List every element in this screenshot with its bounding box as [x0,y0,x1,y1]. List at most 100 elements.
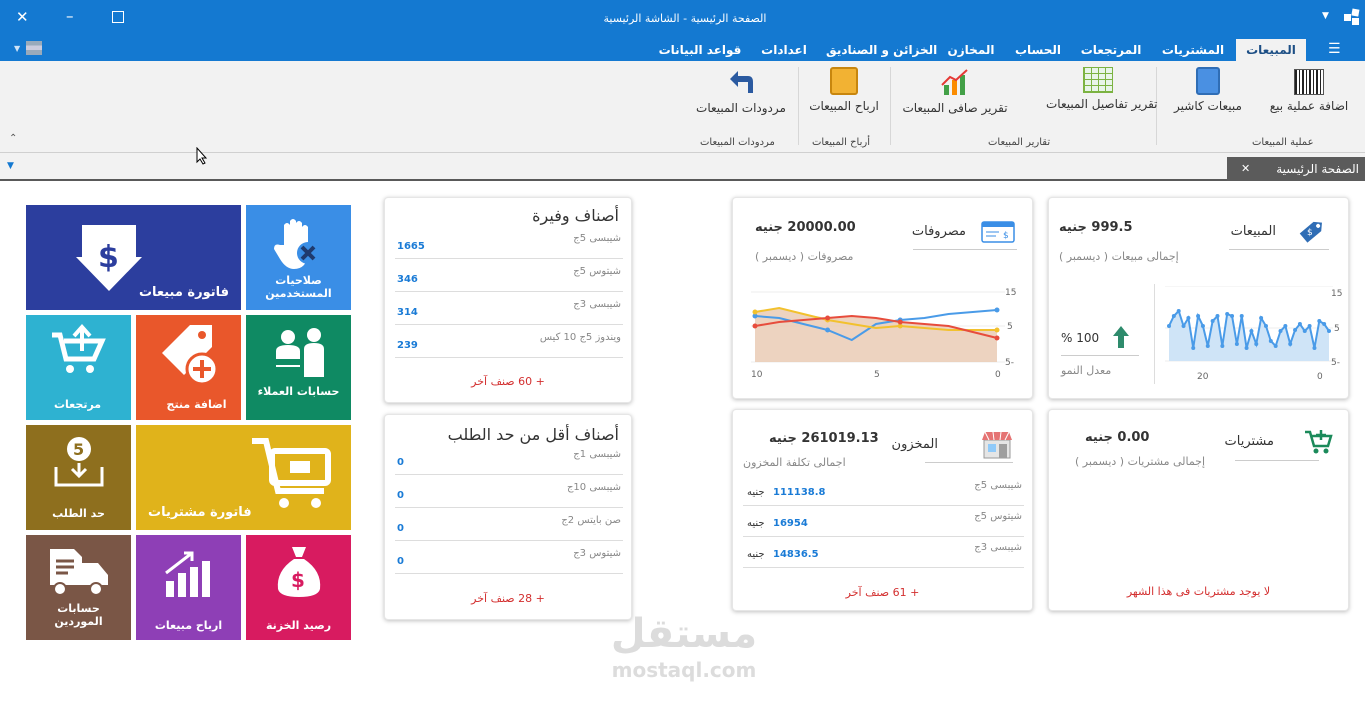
sales-details-report-button[interactable]: تقرير تفاصيل المبيعات [1046,67,1158,127]
sparkline-point [1263,324,1268,328]
list-item[interactable]: 0 صن بايتس 2ج [395,513,623,541]
ribbon-panel: اضافة عملية بيع مبيعات كاشير تقرير تفاصي… [0,61,1365,153]
sparkline-point [1239,314,1244,318]
svg-text:$: $ [1307,228,1313,238]
expenses-point [752,309,758,315]
sparkline-point [1288,342,1293,346]
expenses-x-tick: 0 [995,370,1001,380]
stock-card[interactable]: المخزون 261019.13 جنيه اجمالى تكلفة المخ… [732,409,1033,611]
sparkline-point [1307,324,1312,328]
supplier-accounts-tile[interactable]: حسابات الموردين [26,535,131,640]
list-item[interactable]: 1665 شيبسى 5ج [395,231,623,259]
list-item[interactable]: 0 شيبسى 1ج [395,447,623,475]
reorder-level-tile[interactable]: 5 حد الطلب [26,425,131,530]
sparkline-point [1176,309,1181,313]
sparkline-point [1191,346,1196,350]
tab-returns[interactable]: المرتجعات [1078,39,1144,61]
purchases-empty-message: لا يوجد مشتريات فى هذا الشهر [1126,585,1271,598]
stock-row[interactable]: جنيه 16954 شيتوس 5ج [743,509,1024,537]
expenses-point [825,327,831,333]
low-more-link[interactable]: + 28 صنف آخر [385,592,631,605]
tab-account[interactable]: الحساب [1012,39,1064,61]
list-item[interactable]: 346 شيتوس 5ج [395,264,623,292]
ribbon-tab-bar: ▼ ☰ المبيعات المشتريات المرتجعات الحساب … [0,37,1365,61]
sparkline-point [1171,314,1176,318]
doc-tab-home[interactable]: ✕ الصفحة الرئيسية [1227,157,1365,181]
sales-profit-button[interactable]: ارباح المبيعات [804,67,884,127]
collapse-ribbon-icon[interactable]: ⌃ [9,133,17,144]
stock-amount: 261019.13 جنيه [769,431,879,446]
add-sale-button[interactable]: اضافة عملية بيع [1260,67,1358,127]
stock-row[interactable]: جنيه 14836.5 شيبسى 3ج [743,540,1024,568]
add-product-tile[interactable]: اضافة منتج [136,315,241,420]
tab-stores[interactable]: المخازن [944,39,998,61]
minimize-icon[interactable]: – [66,9,74,24]
doc-dropdown-icon[interactable]: ▼ [7,161,14,171]
customer-accounts-tile[interactable]: حسابات العملاء [246,315,351,420]
plenty-more-link[interactable]: + 60 صنف آخر [385,375,631,388]
tab-purchases[interactable]: المشتريات [1156,39,1230,61]
spreadsheet-icon [1083,67,1113,93]
tab-sales[interactable]: المبيعات [1236,39,1306,61]
restore-icon[interactable] [112,11,124,23]
returns-tile[interactable]: مرتجعات [26,315,131,420]
cart-add-icon [1305,430,1333,454]
stock-more-link[interactable]: + 61 صنف آخر [733,586,1032,599]
sales-card[interactable]: $ المبيعات 999.5 جنيه إجمالى مبيعات ( دي… [1048,197,1349,399]
purchase-invoice-tile[interactable]: فاتورة مشتريات [136,425,351,530]
purchases-card[interactable]: مشتريات 0.00 جنيه إجمالى مشتريات ( ديسمب… [1048,409,1349,611]
window-title: الصفحة الرئيسية - الشاشة الرئيسية [603,12,767,25]
cashier-sales-button[interactable]: مبيعات كاشير [1162,67,1254,127]
ribbon-menu-icon[interactable]: ☰ [1328,41,1341,57]
svg-text:5: 5 [73,440,84,459]
stock-row[interactable]: جنيه 111138.8 شيبسى 5ج [743,478,1024,506]
tag-add-icon [162,325,219,386]
list-item[interactable]: 0 شيبسى 10ج [395,480,623,508]
return-arrow-icon [726,67,756,97]
sales-returns-button[interactable]: مردودات المبيعات [690,67,792,127]
bar-chart-icon [940,67,970,97]
tab-db[interactable]: قواعد البيانات [656,39,744,61]
close-icon[interactable]: ✕ [16,10,29,25]
tab-boxes[interactable]: الخزائن و الصناديق [826,39,937,61]
expenses-card[interactable]: $ مصروفات 20000.00 جنيه مصروفات ( ديسمبر… [732,197,1033,399]
growth-chart-icon [165,551,210,597]
sparkline-point [1215,314,1220,318]
expenses-y-tick: 5- [1005,358,1014,368]
tab-settings[interactable]: اعدادات [756,39,812,61]
expenses-point [994,307,1000,313]
sparkline-point [1302,329,1307,333]
list-item[interactable]: 239 ويندوز 5ج 10 كيس [395,330,623,358]
sales-invoice-tile[interactable]: $ فاتورة مبيعات [26,205,241,310]
sales-y-tick: 15 [1331,289,1343,299]
expenses-point [752,323,758,329]
sparkline-point [1322,322,1327,326]
list-item[interactable]: 0 شيتوس 3ج [395,546,623,574]
net-sales-report-button[interactable]: تقرير صافى المبيعات [896,67,1014,127]
expenses-amount: 20000.00 جنيه [755,220,856,235]
close-doc-icon[interactable]: ✕ [1241,157,1250,181]
low-card-title: أصناف أقل من حد الطلب [447,425,619,444]
expenses-x-tick: 5 [874,370,880,380]
quick-access-dropdown-icon[interactable]: ▼ [1322,11,1329,21]
treasury-balance-tile[interactable]: $ رصيد الخزنة [246,535,351,640]
sparkline-point [1225,312,1230,316]
download-tray-icon: 5 [54,437,104,487]
expenses-point [825,315,831,321]
list-item[interactable]: 314 شيبسى 3ج [395,297,623,325]
low-stock-card[interactable]: أصناف أقل من حد الطلب 0 شيبسى 1ج 0 شيبسى 1… [384,414,632,620]
ribbon-grid-icon[interactable] [26,41,42,55]
sales-sparkline [1165,286,1333,362]
sparkline-point [1220,344,1225,348]
money-bag-icon: $ [277,547,321,597]
growth-value: % 100 [1061,331,1100,345]
ribbon-dropdown-icon[interactable]: ▼ [14,44,20,53]
sparkline-point [1210,319,1215,323]
delivery-truck-icon [50,549,108,596]
plenty-items-card[interactable]: أصناف وفيرة 1665 شيبسى 5ج 346 شيتوس 5ج 314… [384,197,632,403]
sparkline-point [1273,344,1278,348]
user-permissions-tile[interactable]: صلاحيات المستخدمين [246,205,351,310]
group-returns: مردودات المبيعات [700,137,775,148]
sales-profit-tile[interactable]: ارباح مبيعات [136,535,241,640]
expenses-card-title: مصروفات [911,224,966,239]
